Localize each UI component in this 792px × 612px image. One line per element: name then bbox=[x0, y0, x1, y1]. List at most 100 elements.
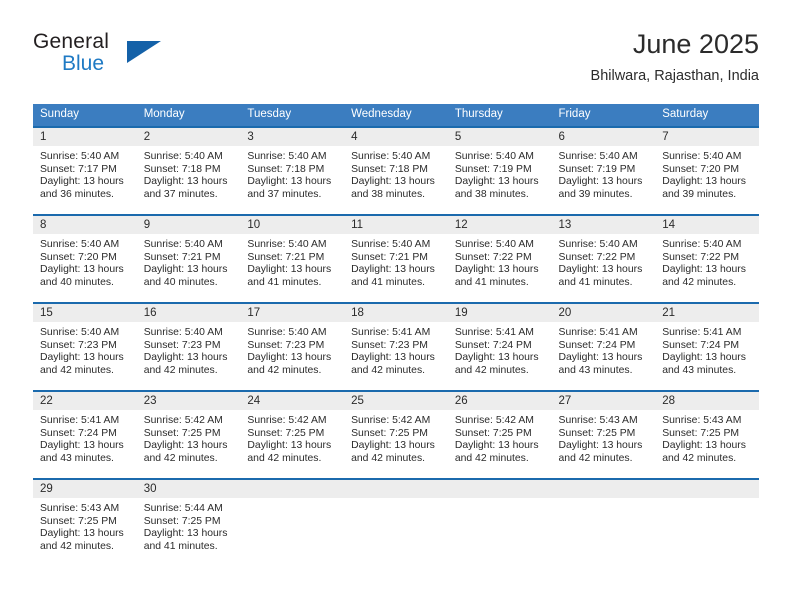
day-number bbox=[655, 480, 759, 498]
calendar-day-cell[interactable]: 3 Sunrise: 5:40 AM Sunset: 7:18 PM Daylight… bbox=[240, 126, 345, 215]
daylight-duration-line1: Daylight: 13 hours bbox=[558, 264, 643, 276]
calendar-day-cell[interactable]: 20 Sunrise: 5:41 AM Sunset: 7:24 PM Dayligh… bbox=[551, 302, 656, 391]
sunrise-time: Sunrise: 5:41 AM bbox=[40, 415, 120, 426]
calendar-day-cell[interactable]: 25 Sunrise: 5:42 AM Sunset: 7:25 PM Dayligh… bbox=[344, 390, 448, 479]
calendar-day-cell[interactable]: 1 Sunrise: 5:40 AM Sunset: 7:17 PM Daylight… bbox=[33, 126, 137, 215]
day-detail-lines: Sunrise: 5:42 AM Sunset: 7:25 PM Daylight:… bbox=[137, 410, 241, 465]
day-cell-inner: 25 Sunrise: 5:42 AM Sunset: 7:25 PM Dayligh… bbox=[344, 392, 448, 478]
daylight-duration-line2: and 38 minutes. bbox=[351, 188, 426, 200]
daylight-duration-line1: Daylight: 13 hours bbox=[40, 352, 124, 364]
calendar-day-cell[interactable]: 21 Sunrise: 5:41 AM Sunset: 7:24 PM Dayligh… bbox=[655, 302, 759, 391]
calendar-day-cell[interactable]: 30 Sunrise: 5:44 AM Sunset: 7:25 PM Dayligh… bbox=[136, 478, 241, 566]
calendar-week-row: 1 Sunrise: 5:40 AM Sunset: 7:17 PM Daylight… bbox=[33, 126, 759, 215]
day-number: 19 bbox=[447, 304, 552, 322]
day-cell-inner: 27 Sunrise: 5:43 AM Sunset: 7:25 PM Dayligh… bbox=[551, 392, 656, 478]
daylight-duration-line2: and 37 minutes. bbox=[143, 188, 218, 200]
daylight-duration-line1: Daylight: 13 hours bbox=[662, 352, 746, 364]
sunrise-time: Sunrise: 5:40 AM bbox=[351, 239, 431, 250]
sunset-time: Sunset: 7:24 PM bbox=[662, 339, 740, 351]
calendar-day-cell[interactable]: 24 Sunrise: 5:42 AM Sunset: 7:25 PM Dayligh… bbox=[240, 390, 345, 479]
calendar-week-row: 15 Sunrise: 5:40 AM Sunset: 7:23 PM Dayligh… bbox=[33, 302, 759, 391]
daylight-duration-line2: and 39 minutes. bbox=[662, 188, 737, 200]
calendar-day-cell[interactable]: 11 Sunrise: 5:40 AM Sunset: 7:21 PM Dayligh… bbox=[344, 214, 448, 303]
calendar-day-cell[interactable]: 9 Sunrise: 5:40 AM Sunset: 7:21 PM Daylight… bbox=[136, 214, 241, 303]
calendar-day-cell[interactable]: 13 Sunrise: 5:40 AM Sunset: 7:22 PM Dayligh… bbox=[551, 214, 656, 303]
sunrise-time: Sunrise: 5:40 AM bbox=[454, 239, 534, 250]
calendar-day-cell[interactable]: 28 Sunrise: 5:43 AM Sunset: 7:25 PM Dayligh… bbox=[655, 390, 759, 479]
day-cell-inner: 14 Sunrise: 5:40 AM Sunset: 7:22 PM Dayligh… bbox=[655, 216, 759, 302]
day-detail-lines: Sunrise: 5:41 AM Sunset: 7:24 PM Daylight:… bbox=[448, 322, 552, 377]
sunset-time: Sunset: 7:25 PM bbox=[143, 427, 221, 439]
calendar-day-cell[interactable]: 18 Sunrise: 5:41 AM Sunset: 7:23 PM Dayligh… bbox=[344, 302, 448, 391]
calendar-day-cell[interactable]: 4 Sunrise: 5:40 AM Sunset: 7:18 PM Daylight… bbox=[344, 126, 448, 215]
daylight-duration-line1: Daylight: 13 hours bbox=[143, 176, 228, 188]
day-cell-inner: 17 Sunrise: 5:40 AM Sunset: 7:23 PM Dayligh… bbox=[240, 304, 345, 390]
calendar-day-cell[interactable]: 5 Sunrise: 5:40 AM Sunset: 7:19 PM Daylight… bbox=[447, 126, 552, 215]
calendar-day-cell[interactable]: 15 Sunrise: 5:40 AM Sunset: 7:23 PM Dayligh… bbox=[33, 302, 137, 391]
daylight-duration-line1: Daylight: 13 hours bbox=[454, 440, 539, 452]
calendar-day-cell[interactable]: 19 Sunrise: 5:41 AM Sunset: 7:24 PM Dayligh… bbox=[447, 302, 552, 391]
calendar-day-cell[interactable]: 29 Sunrise: 5:43 AM Sunset: 7:25 PM Dayligh… bbox=[33, 478, 137, 566]
day-cell-inner: 24 Sunrise: 5:42 AM Sunset: 7:25 PM Dayligh… bbox=[240, 392, 345, 478]
daylight-duration-line2: and 41 minutes. bbox=[143, 540, 218, 552]
calendar-day-cell[interactable]: 2 Sunrise: 5:40 AM Sunset: 7:18 PM Daylight… bbox=[136, 126, 241, 215]
day-detail-lines: Sunrise: 5:40 AM Sunset: 7:22 PM Daylight:… bbox=[655, 234, 759, 289]
sunset-time: Sunset: 7:17 PM bbox=[40, 163, 117, 175]
sunrise-time: Sunrise: 5:40 AM bbox=[143, 239, 223, 250]
calendar-day-cell[interactable]: 17 Sunrise: 5:40 AM Sunset: 7:23 PM Dayligh… bbox=[240, 302, 345, 391]
daylight-duration-line2: and 42 minutes. bbox=[143, 452, 218, 464]
calendar-week-row: 8 Sunrise: 5:40 AM Sunset: 7:20 PM Daylight… bbox=[33, 214, 759, 303]
sunset-time: Sunset: 7:25 PM bbox=[454, 427, 532, 439]
calendar-day-cell[interactable]: 26 Sunrise: 5:42 AM Sunset: 7:25 PM Dayligh… bbox=[447, 390, 552, 479]
day-detail-lines: Sunrise: 5:41 AM Sunset: 7:24 PM Daylight:… bbox=[33, 410, 137, 465]
calendar-day-cell[interactable]: 12 Sunrise: 5:40 AM Sunset: 7:22 PM Dayligh… bbox=[447, 214, 552, 303]
calendar-day-cell[interactable]: 23 Sunrise: 5:42 AM Sunset: 7:25 PM Dayligh… bbox=[136, 390, 241, 479]
calendar-day-cell-empty bbox=[447, 478, 552, 566]
weekday-header-row: Sunday Monday Tuesday Wednesday Thursday… bbox=[33, 104, 759, 127]
day-cell-inner bbox=[447, 480, 552, 566]
daylight-duration-line2: and 42 minutes. bbox=[351, 364, 426, 376]
calendar-day-cell[interactable]: 14 Sunrise: 5:40 AM Sunset: 7:22 PM Dayligh… bbox=[655, 214, 759, 303]
day-number: 23 bbox=[136, 392, 241, 410]
calendar-day-cell[interactable]: 10 Sunrise: 5:40 AM Sunset: 7:21 PM Dayligh… bbox=[240, 214, 345, 303]
sunset-time: Sunset: 7:25 PM bbox=[247, 427, 325, 439]
daylight-duration-line2: and 40 minutes. bbox=[143, 276, 218, 288]
daylight-duration-line1: Daylight: 13 hours bbox=[351, 352, 435, 364]
sunset-time: Sunset: 7:23 PM bbox=[247, 339, 325, 351]
calendar-day-cell[interactable]: 6 Sunrise: 5:40 AM Sunset: 7:19 PM Daylight… bbox=[551, 126, 656, 215]
sunrise-time: Sunrise: 5:42 AM bbox=[143, 415, 223, 426]
day-cell-inner: 3 Sunrise: 5:40 AM Sunset: 7:18 PM Daylight… bbox=[240, 128, 345, 214]
day-number: 3 bbox=[240, 128, 345, 146]
sunrise-time: Sunrise: 5:41 AM bbox=[558, 327, 638, 338]
daylight-duration-line1: Daylight: 13 hours bbox=[351, 264, 435, 276]
day-detail-lines: Sunrise: 5:40 AM Sunset: 7:23 PM Daylight:… bbox=[137, 322, 241, 377]
day-detail-lines: Sunrise: 5:40 AM Sunset: 7:18 PM Daylight:… bbox=[137, 146, 241, 201]
calendar-day-cell[interactable]: 8 Sunrise: 5:40 AM Sunset: 7:20 PM Daylight… bbox=[33, 214, 137, 303]
sunset-time: Sunset: 7:18 PM bbox=[247, 163, 325, 175]
general-blue-logo[interactable]: General Blue bbox=[33, 30, 173, 86]
day-cell-inner: 7 Sunrise: 5:40 AM Sunset: 7:20 PM Daylight… bbox=[655, 128, 759, 214]
day-cell-inner: 8 Sunrise: 5:40 AM Sunset: 7:20 PM Daylight… bbox=[33, 216, 137, 302]
calendar-day-cell[interactable]: 16 Sunrise: 5:40 AM Sunset: 7:23 PM Dayligh… bbox=[136, 302, 241, 391]
daylight-duration-line1: Daylight: 13 hours bbox=[662, 176, 746, 188]
daylight-duration-line1: Daylight: 13 hours bbox=[143, 528, 228, 540]
calendar-day-cell[interactable]: 27 Sunrise: 5:43 AM Sunset: 7:25 PM Dayligh… bbox=[551, 390, 656, 479]
day-number: 17 bbox=[240, 304, 345, 322]
sunrise-time: Sunrise: 5:43 AM bbox=[558, 415, 638, 426]
calendar-day-cell[interactable]: 22 Sunrise: 5:41 AM Sunset: 7:24 PM Dayligh… bbox=[33, 390, 137, 479]
sunset-time: Sunset: 7:24 PM bbox=[558, 339, 636, 351]
day-number: 1 bbox=[33, 128, 137, 146]
sunrise-time: Sunrise: 5:43 AM bbox=[40, 503, 120, 514]
page-title: June 2025 bbox=[632, 29, 759, 59]
day-number: 12 bbox=[447, 216, 552, 234]
sunset-time: Sunset: 7:18 PM bbox=[143, 163, 221, 175]
daylight-duration-line2: and 43 minutes. bbox=[558, 364, 633, 376]
daylight-duration-line1: Daylight: 13 hours bbox=[40, 176, 124, 188]
daylight-duration-line1: Daylight: 13 hours bbox=[40, 264, 124, 276]
day-cell-inner bbox=[655, 480, 759, 566]
calendar-day-cell[interactable]: 7 Sunrise: 5:40 AM Sunset: 7:20 PM Daylight… bbox=[655, 126, 759, 215]
sunset-time: Sunset: 7:19 PM bbox=[454, 163, 532, 175]
day-number: 4 bbox=[344, 128, 448, 146]
sunrise-time: Sunrise: 5:43 AM bbox=[662, 415, 742, 426]
sunset-time: Sunset: 7:25 PM bbox=[662, 427, 740, 439]
